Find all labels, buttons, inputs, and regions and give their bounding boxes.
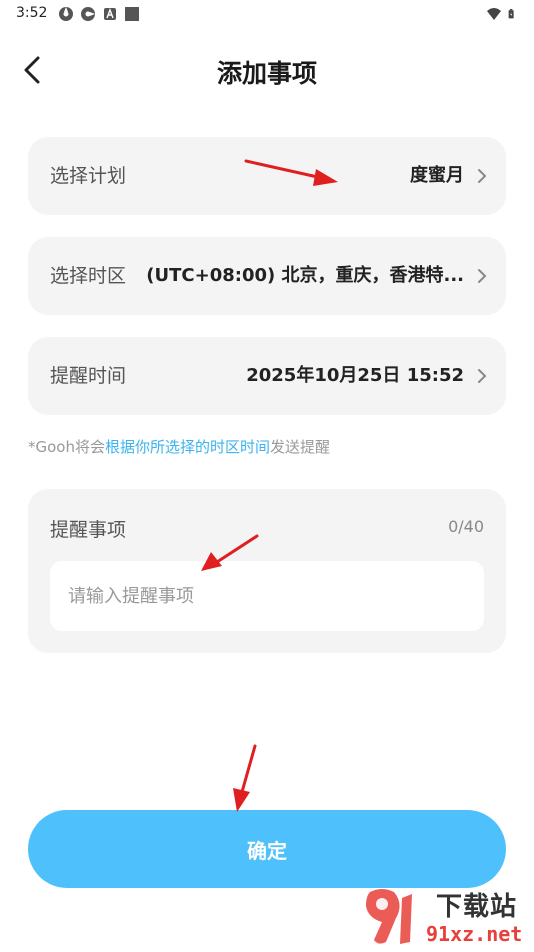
reminder-item-input[interactable] <box>50 561 484 631</box>
watermark-title: 下载站 <box>436 892 518 922</box>
reminder-item-label: 提醒事项 <box>50 519 127 541</box>
reminder-time-row[interactable]: 提醒时间 2025年10月25日 15:52 <box>28 337 506 415</box>
wifi-icon <box>487 8 501 20</box>
character-count: 0/40 <box>448 517 484 536</box>
chevron-right-icon <box>478 269 487 283</box>
reminder-time-label: 提醒时间 <box>50 365 127 387</box>
square-notification-icon <box>125 7 139 21</box>
app-notification-icon <box>81 7 95 21</box>
status-time: 3:52 <box>16 5 48 21</box>
select-plan-label: 选择计划 <box>50 165 127 187</box>
hint-link[interactable]: 根据你所选择的时区时间 <box>105 438 270 456</box>
annotation-arrow <box>233 744 257 812</box>
system-status-icons <box>486 6 518 22</box>
hint-prefix: *Gooh将会 <box>28 438 105 456</box>
chevron-right-icon <box>478 169 487 183</box>
hint-suffix: 发送提醒 <box>270 438 331 456</box>
watermark-logo: 下载站 91xz.net <box>360 884 530 948</box>
page-title: 添加事项 <box>216 59 317 88</box>
select-plan-value: 度蜜月 <box>410 165 464 186</box>
app-notification-icon <box>59 7 73 21</box>
confirm-button[interactable]: 确定 <box>28 810 506 888</box>
battery-icon <box>508 9 514 19</box>
text-app-icon <box>104 8 116 20</box>
select-plan-row[interactable]: 选择计划 度蜜月 <box>28 137 506 215</box>
chevron-right-icon <box>478 369 487 383</box>
status-bar: 3:52 <box>0 0 534 30</box>
notification-icons <box>58 6 140 22</box>
reminder-item-card: 提醒事项 0/40 <box>28 489 506 653</box>
timezone-hint: *Gooh将会根据你所选择的时区时间发送提醒 <box>28 436 330 457</box>
select-timezone-value: (UTC+08:00) 北京，重庆，香港特... <box>146 265 464 286</box>
reminder-time-value: 2025年10月25日 15:52 <box>246 365 464 386</box>
select-timezone-row[interactable]: 选择时区 (UTC+08:00) 北京，重庆，香港特... <box>28 237 506 315</box>
watermark-site: 91xz.net <box>426 922 523 946</box>
select-timezone-label: 选择时区 <box>50 265 127 287</box>
header: 添加事项 <box>0 40 534 100</box>
